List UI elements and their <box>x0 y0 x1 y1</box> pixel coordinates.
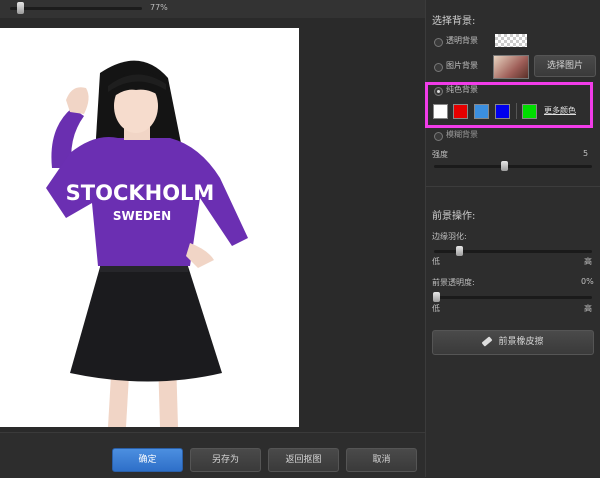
image-bg-thumbnail[interactable] <box>493 55 529 79</box>
strength-label: 强度 <box>432 150 448 159</box>
opacity-high-label: 高 <box>584 304 592 313</box>
image-bg-label: 图片背景 <box>446 61 478 70</box>
back-to-cutout-button[interactable]: 返回抠图 <box>268 448 339 472</box>
section-divider <box>426 186 600 187</box>
opacity-slider-thumb[interactable] <box>433 292 440 302</box>
blur-bg-label: 模糊背景 <box>446 130 478 139</box>
image-bg-radio[interactable] <box>434 63 443 72</box>
preview-area: 77% STOCKHOLM SWEDEN 确定 另存为 返回抠图 取消 <box>0 0 425 478</box>
opacity-low-label: 低 <box>432 304 440 313</box>
strength-slider-thumb[interactable] <box>501 161 508 171</box>
zoom-value: 77% <box>150 3 168 12</box>
eraser-icon <box>482 336 493 347</box>
strength-value: 5 <box>583 149 589 158</box>
choose-image-button[interactable]: 选择图片 <box>534 55 596 77</box>
opacity-label: 前景透明度: <box>432 278 475 287</box>
cancel-button[interactable]: 取消 <box>346 448 417 472</box>
foreground-section-title: 前景操作: <box>432 211 476 222</box>
zoom-slider-track[interactable] <box>10 7 142 10</box>
foreground-eraser-button[interactable]: 前景橡皮擦 <box>432 330 594 355</box>
transparent-preview <box>495 34 527 47</box>
transparent-bg-label: 透明背景 <box>446 36 478 45</box>
solid-color-highlight-box <box>425 82 593 128</box>
shirt-text-stockholm: STOCKHOLM <box>66 181 215 205</box>
background-section-title: 选择背景: <box>432 16 476 27</box>
shirt-text-sweden: SWEDEN <box>113 209 171 223</box>
strength-slider-track[interactable] <box>434 165 592 168</box>
opacity-value: 0% <box>581 277 594 286</box>
feather-low-label: 低 <box>432 257 440 266</box>
zoom-slider-thumb[interactable] <box>17 2 24 14</box>
foreground-eraser-label: 前景橡皮擦 <box>498 337 544 347</box>
transparent-bg-radio[interactable] <box>434 38 443 47</box>
blur-bg-radio[interactable] <box>434 132 443 141</box>
save-as-button[interactable]: 另存为 <box>190 448 261 472</box>
feather-slider-thumb[interactable] <box>456 246 463 256</box>
feather-high-label: 高 <box>584 257 592 266</box>
feather-label: 边缘羽化: <box>432 232 467 241</box>
person-photo: STOCKHOLM SWEDEN <box>46 60 248 427</box>
opacity-slider-track[interactable] <box>434 296 592 299</box>
bottom-action-bar: 确定 另存为 返回抠图 取消 <box>0 432 425 478</box>
ok-button[interactable]: 确定 <box>112 448 183 472</box>
settings-panel: 选择背景: 透明背景 图片背景 选择图片 纯色背景 更多颜色 模糊背景 强度 5… <box>425 0 600 477</box>
photo-canvas: STOCKHOLM SWEDEN <box>0 28 299 427</box>
zoom-bar: 77% <box>0 0 425 18</box>
